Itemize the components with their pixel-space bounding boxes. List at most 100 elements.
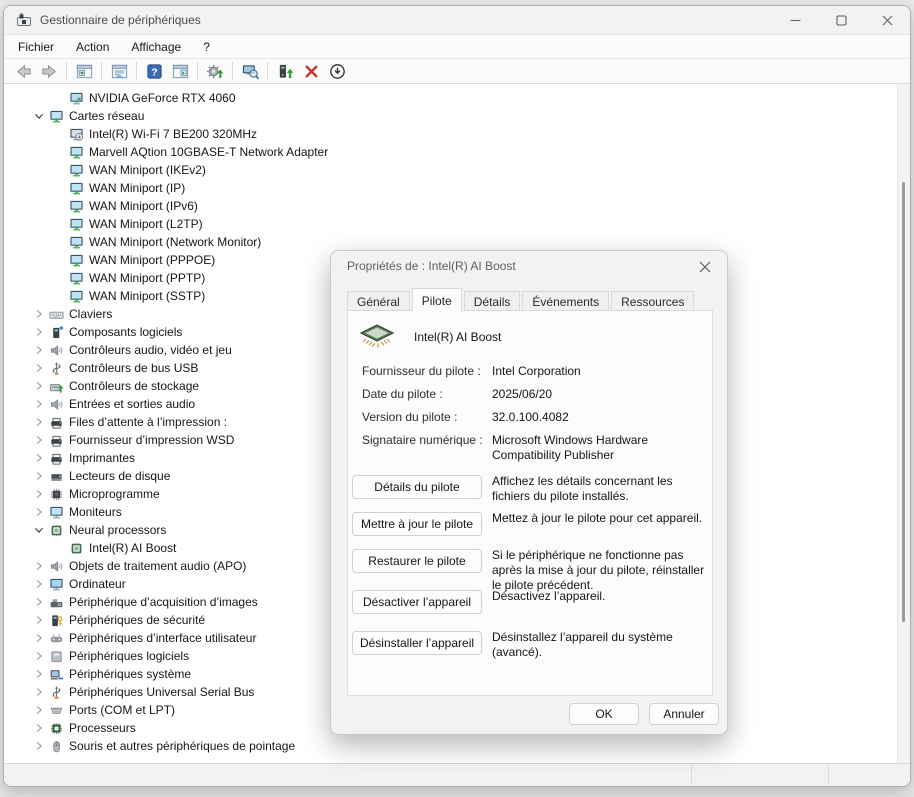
- ports-icon: [48, 702, 64, 718]
- tree-item[interactable]: WAN Miniport (Network Monitor): [4, 233, 910, 251]
- tree-item[interactable]: Cartes réseau: [4, 107, 910, 125]
- update-driver-software-icon[interactable]: [203, 60, 227, 82]
- tree-item-label: Entrées et sorties audio: [69, 397, 195, 411]
- keyboard-icon: [48, 306, 64, 322]
- chevron-spacer: [50, 90, 68, 106]
- toolbar-separator: [267, 62, 268, 80]
- chevron-expanded-icon[interactable]: [30, 522, 48, 538]
- tree-item[interactable]: WAN Miniport (IKEv2): [4, 161, 910, 179]
- chevron-collapsed-icon[interactable]: [30, 342, 48, 358]
- chevron-collapsed-icon[interactable]: [30, 396, 48, 412]
- software-device-icon: [48, 648, 64, 664]
- uninstall-device-icon[interactable]: [299, 60, 323, 82]
- back-icon[interactable]: [11, 60, 35, 82]
- tree-item[interactable]: WAN Miniport (L2TP): [4, 215, 910, 233]
- chevron-collapsed-icon[interactable]: [30, 702, 48, 718]
- mouse-icon: [48, 738, 64, 754]
- chevron-collapsed-icon[interactable]: [30, 468, 48, 484]
- tree-item[interactable]: WAN Miniport (IPv6): [4, 197, 910, 215]
- tree-item[interactable]: Marvell AQtion 10GBASE-T Network Adapter: [4, 143, 910, 161]
- show-action-pane-icon[interactable]: [168, 60, 192, 82]
- usb-controller-icon: [48, 684, 64, 700]
- network-adapter-icon: [68, 216, 84, 232]
- menu-item-affichage[interactable]: Affichage: [131, 40, 181, 54]
- action-button[interactable]: Désinstaller l’appareil: [352, 631, 482, 655]
- chevron-collapsed-icon[interactable]: [30, 594, 48, 610]
- menu-item-action[interactable]: Action: [76, 40, 109, 54]
- chevron-collapsed-icon[interactable]: [30, 648, 48, 664]
- printer-icon: [48, 432, 64, 448]
- tab-détails[interactable]: Détails: [464, 291, 521, 311]
- chevron-collapsed-icon[interactable]: [30, 324, 48, 340]
- tab-événements[interactable]: Événements: [522, 291, 609, 311]
- chevron-collapsed-icon[interactable]: [30, 306, 48, 322]
- storage-controller-icon: [48, 378, 64, 394]
- action-button[interactable]: Désactiver l’appareil: [352, 590, 482, 614]
- chevron-collapsed-icon[interactable]: [30, 720, 48, 736]
- chevron-collapsed-icon[interactable]: [30, 738, 48, 754]
- toolbar-separator: [232, 62, 233, 80]
- scan-hardware-changes-icon[interactable]: [238, 60, 262, 82]
- ok-button[interactable]: OK: [569, 703, 639, 725]
- cancel-button[interactable]: Annuler: [649, 703, 719, 725]
- help-icon[interactable]: ?: [142, 60, 166, 82]
- firmware-icon: [48, 486, 64, 502]
- chevron-collapsed-icon[interactable]: [30, 414, 48, 430]
- tree-item[interactable]: NVIDIA GeForce RTX 4060: [4, 89, 910, 107]
- menubar: Fichier Action Affichage?: [4, 34, 910, 58]
- tree-item-label: Intel(R) AI Boost: [89, 541, 176, 555]
- close-button[interactable]: [864, 6, 910, 34]
- menu-item-?[interactable]: ?: [203, 40, 210, 54]
- add-driver-icon[interactable]: [273, 60, 297, 82]
- forward-icon[interactable]: [37, 60, 61, 82]
- chevron-collapsed-icon[interactable]: [30, 504, 48, 520]
- action-description: Affichez les détails concernant les fich…: [492, 474, 710, 504]
- tab-ressources[interactable]: Ressources: [611, 291, 694, 311]
- monitor-icon: [48, 504, 64, 520]
- display-adapter-icon: [68, 90, 84, 106]
- security-device-icon: [48, 612, 64, 628]
- menu-item-fichier[interactable]: Fichier: [18, 40, 54, 54]
- properties-icon[interactable]: [107, 60, 131, 82]
- chevron-collapsed-icon[interactable]: [30, 558, 48, 574]
- tree-item-label: Périphériques Universal Serial Bus: [69, 685, 254, 699]
- tree-item[interactable]: Souris et autres périphériques de pointa…: [4, 737, 910, 755]
- vertical-scrollbar[interactable]: [897, 84, 910, 763]
- system-device-icon: [48, 666, 64, 682]
- tree-item[interactable]: Intel(R) Wi-Fi 7 BE200 320MHz: [4, 125, 910, 143]
- maximize-button[interactable]: [818, 6, 864, 34]
- chevron-collapsed-icon[interactable]: [30, 684, 48, 700]
- action-button[interactable]: Détails du pilote: [352, 475, 482, 499]
- scrollbar-thumb[interactable]: [902, 182, 905, 622]
- minimize-button[interactable]: [772, 6, 818, 34]
- chevron-collapsed-icon[interactable]: [30, 630, 48, 646]
- device-manager-icon: [16, 12, 32, 28]
- software-component-icon: [48, 324, 64, 340]
- field-value: Microsoft Windows Hardware Compatibility…: [492, 433, 702, 463]
- field-label: Signataire numérique :: [362, 433, 492, 463]
- chevron-collapsed-icon[interactable]: [30, 576, 48, 592]
- action-button[interactable]: Restaurer le pilote: [352, 549, 482, 573]
- tab-pilote[interactable]: Pilote: [412, 288, 462, 312]
- action-description: Désinstallez l’appareil du système (avan…: [492, 630, 710, 660]
- chevron-expanded-icon[interactable]: [30, 108, 48, 124]
- chevron-collapsed-icon[interactable]: [30, 360, 48, 376]
- tree-item[interactable]: WAN Miniport (IP): [4, 179, 910, 197]
- chevron-collapsed-icon[interactable]: [30, 486, 48, 502]
- chevron-collapsed-icon[interactable]: [30, 432, 48, 448]
- driver-tab-panel: Intel(R) AI Boost Fournisseur du pilote …: [347, 310, 713, 696]
- tree-item-label: WAN Miniport (PPTP): [89, 271, 205, 285]
- chevron-collapsed-icon[interactable]: [30, 666, 48, 682]
- toolbar-separator: [136, 62, 137, 80]
- disable-device-icon[interactable]: [325, 60, 349, 82]
- field-label: Fournisseur du pilote :: [362, 364, 492, 379]
- chevron-collapsed-icon[interactable]: [30, 378, 48, 394]
- tab-général[interactable]: Général: [347, 291, 410, 311]
- field-label: Date du pilote :: [362, 387, 492, 402]
- chevron-collapsed-icon[interactable]: [30, 612, 48, 628]
- show-console-tree-icon[interactable]: [72, 60, 96, 82]
- chevron-collapsed-icon[interactable]: [30, 450, 48, 466]
- action-button[interactable]: Mettre à jour le pilote: [352, 512, 482, 536]
- dialog-close-icon[interactable]: [693, 256, 717, 278]
- network-adapter-icon: [68, 180, 84, 196]
